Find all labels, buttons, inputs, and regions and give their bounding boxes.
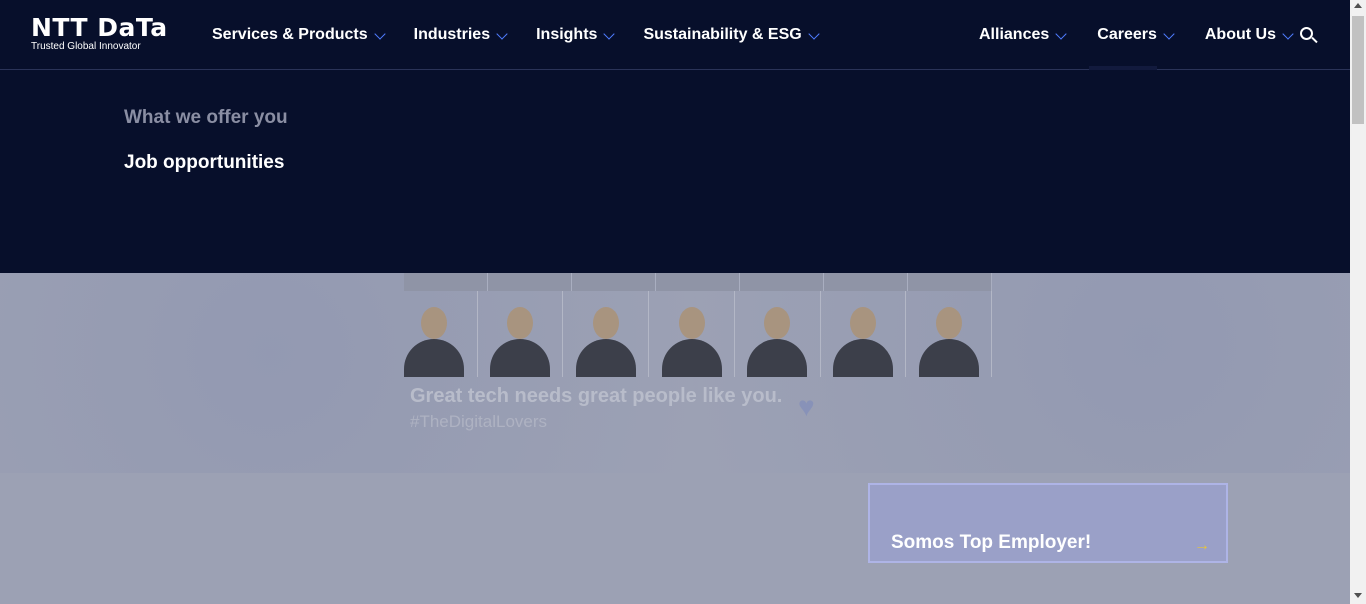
chevron-down-icon xyxy=(1163,27,1175,40)
top-employer-card[interactable]: Somos Top Employer! → xyxy=(868,483,1228,563)
heart-icon: ♥ xyxy=(798,391,815,422)
nav-label: Services & Products xyxy=(212,26,368,43)
hero-hashtag: #TheDigitalLovers xyxy=(410,412,548,431)
chevron-down-icon xyxy=(1282,27,1294,40)
chevron-down-icon xyxy=(1055,27,1067,40)
nav-careers[interactable]: Careers xyxy=(1097,26,1175,44)
chevron-down-icon xyxy=(373,27,386,40)
employee-photo xyxy=(821,291,907,377)
nav-industries[interactable]: Industries xyxy=(413,26,508,44)
secondary-nav: Alliances Careers About Us xyxy=(979,0,1324,70)
nav-label: Careers xyxy=(1097,26,1157,43)
dropdown-item-job-opportunities[interactable]: Job opportunities xyxy=(124,152,284,174)
employee-photo xyxy=(478,291,564,377)
search-icon[interactable] xyxy=(1299,26,1319,46)
nav-label: About Us xyxy=(1204,26,1276,43)
nav-label: Alliances xyxy=(979,26,1050,43)
employee-photo xyxy=(563,291,650,377)
careers-dropdown-menu: What we offer you Job opportunities xyxy=(0,70,1350,273)
employee-photo-grid xyxy=(392,291,993,377)
chevron-down-icon xyxy=(496,27,508,40)
nav-sustainability-esg[interactable]: Sustainability & ESG xyxy=(643,26,820,44)
logo-wordmark: NTT DaTa xyxy=(31,13,168,42)
nav-services-products[interactable]: Services & Products xyxy=(212,26,386,44)
scroll-up-arrow-icon[interactable] xyxy=(1354,3,1362,8)
nav-about-us[interactable]: About Us xyxy=(1204,26,1294,44)
employee-photo xyxy=(392,291,478,377)
primary-nav: Services & Products Industries Insights … xyxy=(212,0,848,70)
hero-headline: Great tech needs great people like you. xyxy=(410,385,783,407)
scrollbar-thumb[interactable] xyxy=(1352,16,1364,124)
ntt-data-logo[interactable]: NTT DaTa Trusted Global Innovator xyxy=(31,13,168,53)
arrow-right-icon: → xyxy=(1194,537,1210,554)
search-icon-handle xyxy=(1311,36,1318,44)
logo-tagline: Trusted Global Innovator xyxy=(31,41,141,52)
nav-label: Sustainability & ESG xyxy=(643,26,802,43)
scroll-down-arrow-icon[interactable] xyxy=(1354,593,1362,598)
hero-section-overlay: Great tech needs great people like you. … xyxy=(0,273,1350,604)
photo-strip-top xyxy=(404,273,992,291)
site-header: NTT DaTa Trusted Global Innovator Servic… xyxy=(0,0,1350,70)
dropdown-item-what-we-offer[interactable]: What we offer you xyxy=(124,107,288,129)
employee-photo xyxy=(735,291,821,377)
promo-card-title: Somos Top Employer! xyxy=(891,532,1092,553)
nav-label: Industries xyxy=(413,26,491,43)
employee-photo xyxy=(649,291,735,377)
nav-alliances[interactable]: Alliances xyxy=(979,26,1067,44)
nav-insights[interactable]: Insights xyxy=(536,26,616,44)
chevron-down-icon xyxy=(603,27,616,40)
chevron-down-icon xyxy=(808,27,820,40)
page-scrollbar[interactable] xyxy=(1350,0,1366,604)
employee-photo xyxy=(906,291,993,377)
nav-label: Insights xyxy=(536,26,598,43)
